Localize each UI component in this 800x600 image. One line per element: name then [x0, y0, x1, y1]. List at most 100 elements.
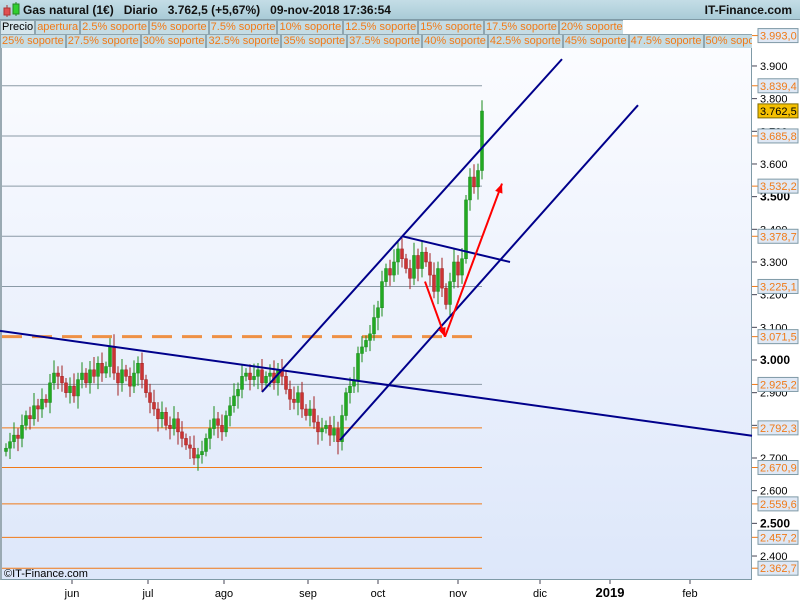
y-tick-label: 2.500 — [760, 516, 790, 530]
candle — [136, 363, 140, 374]
candle — [92, 369, 96, 377]
candle — [184, 438, 188, 446]
candle — [232, 395, 236, 406]
x-tick-label: jul — [141, 588, 153, 600]
candle — [312, 408, 316, 423]
candle — [124, 369, 128, 377]
candle — [256, 369, 260, 377]
candle — [424, 251, 428, 263]
candle — [480, 110, 484, 171]
candle — [16, 434, 20, 439]
candle — [388, 268, 392, 276]
candle — [432, 274, 436, 292]
level-label: 3.685,8 — [760, 131, 797, 143]
level-label: 2.362,7 — [760, 563, 797, 575]
candle — [316, 421, 320, 433]
candle — [4, 447, 8, 452]
candle — [140, 363, 144, 380]
y-tick-label: 3.000 — [760, 353, 790, 367]
candle — [452, 261, 456, 282]
candle — [244, 372, 248, 377]
candle — [428, 261, 432, 276]
candle — [52, 372, 56, 384]
level-label: 3.225,1 — [760, 281, 797, 293]
candle — [84, 372, 88, 384]
candle — [380, 281, 384, 308]
x-tick-label: dic — [533, 588, 548, 600]
candle — [220, 425, 224, 433]
trendline-channel-upper — [261, 58, 563, 393]
candle — [228, 405, 232, 416]
candle — [60, 376, 64, 384]
candle — [224, 415, 228, 433]
candle — [308, 408, 312, 416]
candle — [268, 372, 272, 377]
level-label: 2.559,6 — [760, 499, 797, 511]
x-tick-label: sep — [299, 588, 317, 600]
candle — [444, 287, 448, 305]
candle — [248, 372, 252, 380]
y-tick-label: 2.600 — [760, 486, 788, 498]
candle — [12, 434, 16, 442]
level-label: 2.792,3 — [760, 423, 797, 435]
candle — [100, 363, 104, 374]
candle — [396, 248, 400, 263]
candle — [296, 392, 300, 403]
candle — [420, 251, 424, 269]
x-tick-label: 2019 — [596, 585, 625, 600]
candle — [44, 398, 48, 403]
candle — [364, 340, 368, 348]
candle — [332, 428, 336, 436]
price-chart: 2.4002.5002.6002.7002.8002.9003.0003.100… — [0, 28, 799, 600]
candle — [212, 418, 216, 429]
y-tick-label: 3.300 — [760, 257, 788, 269]
candle — [376, 307, 380, 318]
candle — [348, 385, 352, 393]
candle — [28, 415, 32, 420]
candle — [356, 353, 360, 380]
candle — [76, 379, 80, 397]
candle — [68, 385, 72, 393]
level-label: 2.670,9 — [760, 463, 797, 475]
y-tick-label: 3.600 — [760, 159, 788, 171]
candle — [104, 366, 108, 374]
candle — [96, 363, 100, 377]
x-tick-label: nov — [449, 588, 467, 600]
candle — [112, 346, 116, 374]
candle — [132, 372, 136, 387]
candle — [172, 418, 176, 429]
candle — [48, 382, 52, 403]
candle — [260, 369, 264, 384]
candle — [336, 428, 340, 442]
candle — [372, 317, 376, 335]
candle — [20, 425, 24, 439]
candle — [156, 408, 160, 420]
candle — [188, 444, 192, 449]
candle — [168, 425, 172, 429]
candle — [384, 268, 388, 282]
candle — [400, 248, 404, 259]
candle — [236, 389, 240, 397]
candle — [24, 415, 28, 426]
level-label: 3.071,5 — [760, 332, 797, 344]
candle — [464, 199, 468, 259]
candle — [216, 418, 220, 426]
candle — [208, 428, 212, 439]
candle — [128, 376, 132, 387]
level-label: 3.839,4 — [760, 81, 797, 93]
candle — [40, 398, 44, 410]
candle — [328, 425, 332, 436]
candle — [72, 385, 76, 397]
candle — [252, 376, 256, 380]
candle — [320, 428, 324, 433]
candle — [476, 170, 480, 188]
candle — [180, 431, 184, 439]
candle — [472, 176, 476, 188]
candle — [200, 451, 204, 455]
candle — [324, 425, 328, 429]
candle — [408, 268, 412, 279]
candle — [456, 261, 460, 276]
x-tick-label: jun — [64, 588, 80, 600]
x-tick-label: ago — [215, 588, 233, 600]
candle — [56, 372, 60, 377]
